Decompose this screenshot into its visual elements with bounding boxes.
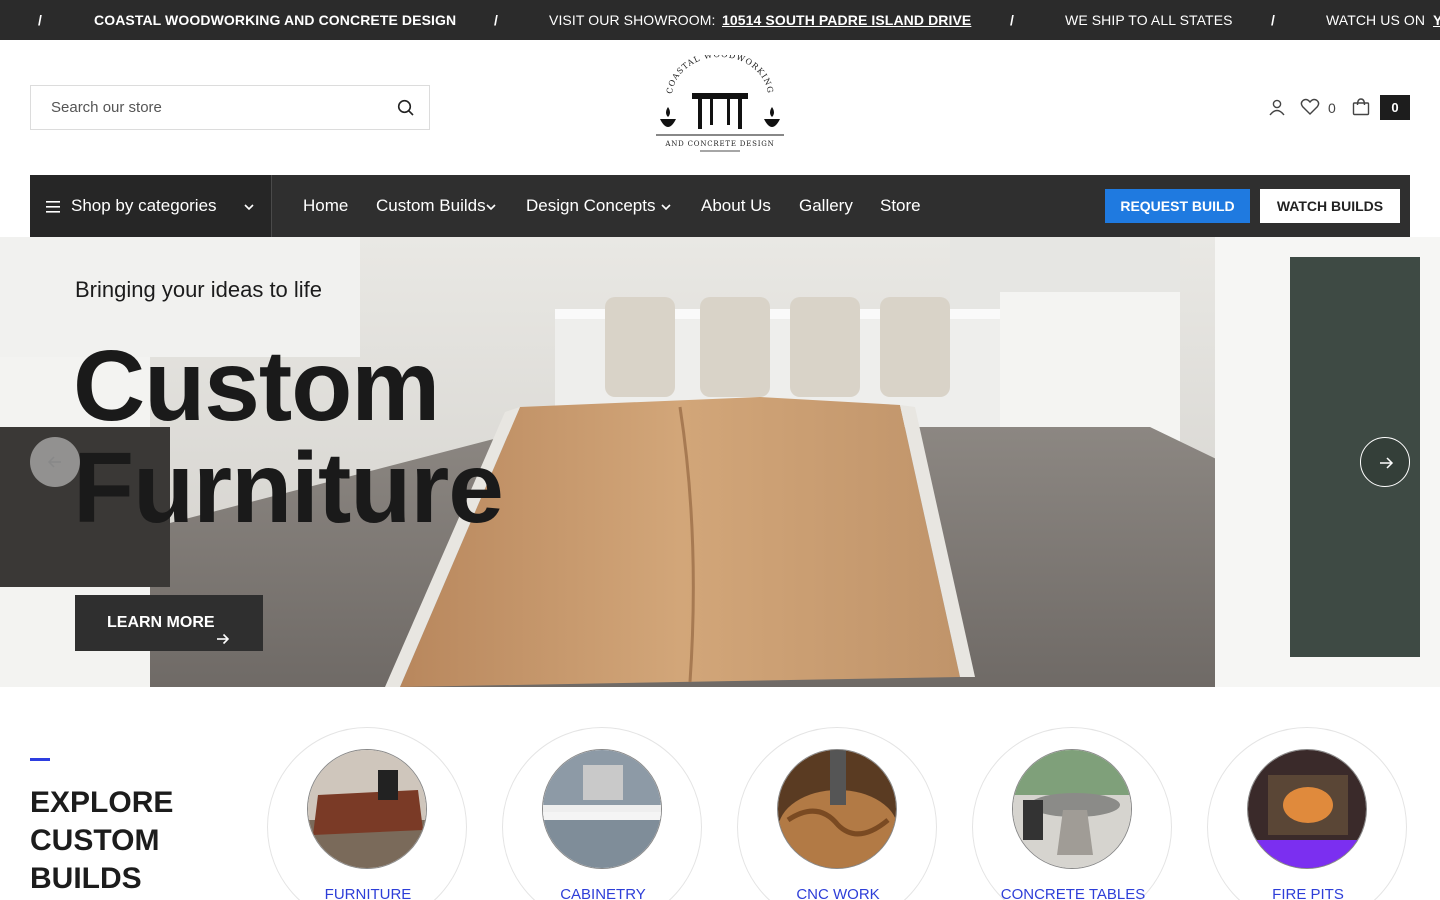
chevron-down-icon: [243, 200, 255, 212]
explore-title-line: BUILDS: [30, 862, 142, 895]
brand-announcement: COASTAL WOODWORKING AND CONCRETE DESIGN: [94, 12, 457, 28]
separator: /: [1010, 12, 1014, 28]
cart-count-badge[interactable]: 0: [1380, 95, 1410, 120]
explore-title: EXPLORE CUSTOM BUILDS: [30, 784, 173, 898]
watch-builds-button[interactable]: WATCH BUILDS: [1260, 189, 1400, 223]
arrow-right-icon: [215, 615, 231, 645]
wishlist-icon[interactable]: [1300, 98, 1320, 121]
svg-text:AND CONCRETE DESIGN: AND CONCRETE DESIGN: [664, 140, 774, 148]
svg-text:COASTAL WOODWORKING: COASTAL WOODWORKING: [665, 55, 775, 95]
category-label[interactable]: CONCRETE TABLES: [973, 886, 1173, 900]
cabinetry-thumbnail: [542, 749, 662, 869]
store-logo[interactable]: COASTAL WOODWORKING AND CONCRETE DESIGN: [650, 50, 790, 157]
cnc-work-thumbnail: [777, 749, 897, 869]
chevron-down-icon: [660, 200, 672, 212]
separator: /: [494, 12, 498, 28]
wishlist-count: 0: [1328, 100, 1336, 116]
learn-more-label: LEARN MORE: [107, 614, 215, 631]
showroom-label: VISIT OUR SHOWROOM:: [549, 12, 716, 28]
separator: /: [38, 12, 42, 28]
hero-subtitle: Bringing your ideas to life: [75, 277, 323, 302]
slider-next-button[interactable]: [1360, 437, 1410, 487]
search-bar: [30, 85, 430, 130]
category-label[interactable]: CABINETRY: [503, 886, 703, 900]
search-input[interactable]: [31, 86, 371, 129]
section-accent-line: [30, 758, 50, 761]
nav-custom-builds[interactable]: Custom Builds: [376, 196, 486, 216]
hero-slider: Bringing your ideas to life Custom Furni…: [0, 237, 1440, 687]
chevron-down-icon: [485, 200, 497, 212]
hero-title-line1: Custom: [73, 330, 440, 442]
watch-announcement: WATCH US ON: [1326, 12, 1426, 28]
arrow-right-icon: [1380, 457, 1394, 469]
showroom-address-link[interactable]: 10514 SOUTH PADRE ISLAND DRIVE: [722, 12, 971, 28]
arrow-left-icon: [47, 456, 61, 468]
search-icon[interactable]: [397, 99, 415, 117]
hero-title: Custom Furniture: [73, 330, 504, 544]
separator: /: [1271, 12, 1275, 28]
explore-title-line: CUSTOM: [30, 824, 160, 857]
nav-gallery[interactable]: Gallery: [799, 196, 853, 216]
categories-dropdown[interactable]: Shop by categories: [30, 175, 272, 237]
account-icon[interactable]: [1268, 98, 1286, 121]
fire-pits-thumbnail: [1247, 749, 1367, 869]
watch-platform-link[interactable]: Y: [1433, 12, 1440, 28]
category-label[interactable]: FIRE PITS: [1208, 886, 1408, 900]
learn-more-button[interactable]: LEARN MORE: [75, 595, 263, 651]
nav-design-concepts[interactable]: Design Concepts: [526, 196, 655, 216]
hero-title-line2: Furniture: [73, 432, 504, 544]
slider-prev-button[interactable]: [30, 437, 80, 487]
announcement-bar: / COASTAL WOODWORKING AND CONCRETE DESIG…: [0, 0, 1440, 40]
shipping-announcement: WE SHIP TO ALL STATES: [1065, 12, 1233, 28]
concrete-tables-thumbnail: [1012, 749, 1132, 869]
furniture-thumbnail: [307, 749, 427, 869]
nav-store[interactable]: Store: [880, 196, 921, 216]
cart-icon[interactable]: [1352, 98, 1370, 121]
category-label[interactable]: FURNITURE: [268, 886, 468, 900]
category-card-furniture[interactable]: FURNITURE: [267, 727, 467, 900]
main-navigation: Shop by categories Home Custom Builds De…: [30, 175, 1410, 237]
category-label[interactable]: CNC WORK: [738, 886, 938, 900]
menu-icon: [46, 200, 60, 213]
categories-label: Shop by categories: [71, 196, 217, 215]
category-card-cabinetry[interactable]: CABINETRY: [502, 727, 702, 900]
category-card-fire-pits[interactable]: FIRE PITS: [1207, 727, 1407, 900]
nav-about-us[interactable]: About Us: [701, 196, 771, 216]
explore-title-line: EXPLORE: [30, 786, 174, 819]
category-card-cnc-work[interactable]: CNC WORK: [737, 727, 937, 900]
category-card-concrete-tables[interactable]: CONCRETE TABLES: [972, 727, 1172, 900]
nav-home[interactable]: Home: [303, 196, 348, 216]
request-build-button[interactable]: REQUEST BUILD: [1105, 189, 1250, 223]
